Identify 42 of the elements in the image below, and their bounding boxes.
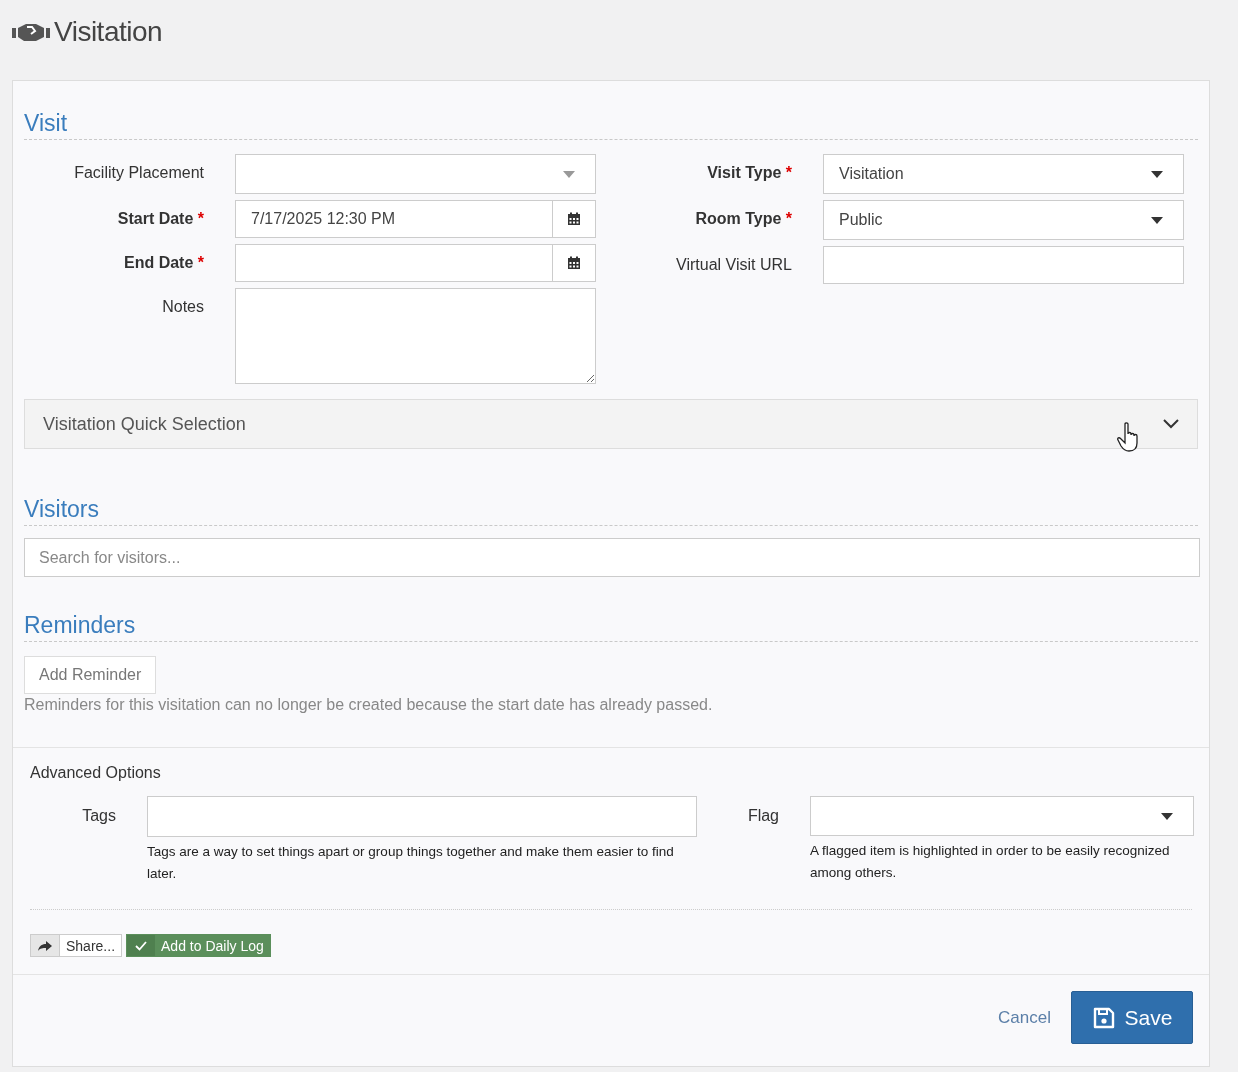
url-field[interactable] xyxy=(823,246,1184,284)
field-label: Facility Placement xyxy=(73,163,204,182)
advanced-options-heading: Advanced Options xyxy=(30,764,162,782)
calendar-icon xyxy=(567,212,581,226)
help-text: A flagged item is highlighted in order to be easily recognized among others. xyxy=(810,842,1171,882)
field-label: Room Type * xyxy=(694,209,792,228)
section-title: Visitors xyxy=(24,495,1198,526)
date-field[interactable] xyxy=(235,244,596,282)
page-title: Visitation xyxy=(54,16,163,48)
field-label: Tags xyxy=(81,806,116,826)
save-button[interactable]: Save xyxy=(1071,991,1193,1044)
dropdown[interactable]: Public xyxy=(823,200,1184,240)
cancel-link[interactable]: Cancel xyxy=(998,1007,1051,1028)
date-field[interactable]: 7/17/2025 12:30 PM xyxy=(235,200,596,238)
field-label: Flag xyxy=(746,806,779,826)
field-label: Notes xyxy=(161,297,204,316)
field-label: Start Date * xyxy=(116,209,204,228)
caret-icon xyxy=(1151,216,1163,224)
quick-selection-bar[interactable]: Visitation Quick Selection xyxy=(24,399,1198,449)
reminder-note: Reminders for this visitation can no longer be created because the start date has already passed. xyxy=(24,696,714,715)
field-label: End Date * xyxy=(123,253,204,272)
section-title: Reminders xyxy=(24,611,1198,642)
tags-field[interactable] xyxy=(147,796,697,837)
notes-field[interactable] xyxy=(235,288,596,384)
dropdown[interactable] xyxy=(235,154,596,194)
calendar-icon xyxy=(567,256,581,270)
add-reminder-button[interactable]: Add Reminder xyxy=(24,656,157,694)
checkmark-icon xyxy=(127,935,156,956)
caret-icon xyxy=(1161,812,1173,820)
chevron-icon xyxy=(1163,419,1179,429)
field-label: Virtual Visit URL xyxy=(675,255,792,274)
caret-icon xyxy=(1151,170,1163,178)
dropdown[interactable]: Visitation xyxy=(823,154,1184,194)
share-button[interactable]: Share... xyxy=(30,934,123,957)
hand-cursor-icon xyxy=(1117,422,1141,452)
field-label: Visit Type * xyxy=(706,163,792,182)
visitor-search-field[interactable]: Search for visitors... xyxy=(24,538,1200,577)
help-text: Tags are a way to set things apart or group things together and make them easier to find later. xyxy=(147,843,675,883)
add-to-daily-log-button[interactable]: Add to Daily Log xyxy=(126,934,271,957)
caret-icon xyxy=(563,170,575,178)
section-title: Visit xyxy=(24,109,1198,140)
dropdown[interactable] xyxy=(810,796,1194,836)
